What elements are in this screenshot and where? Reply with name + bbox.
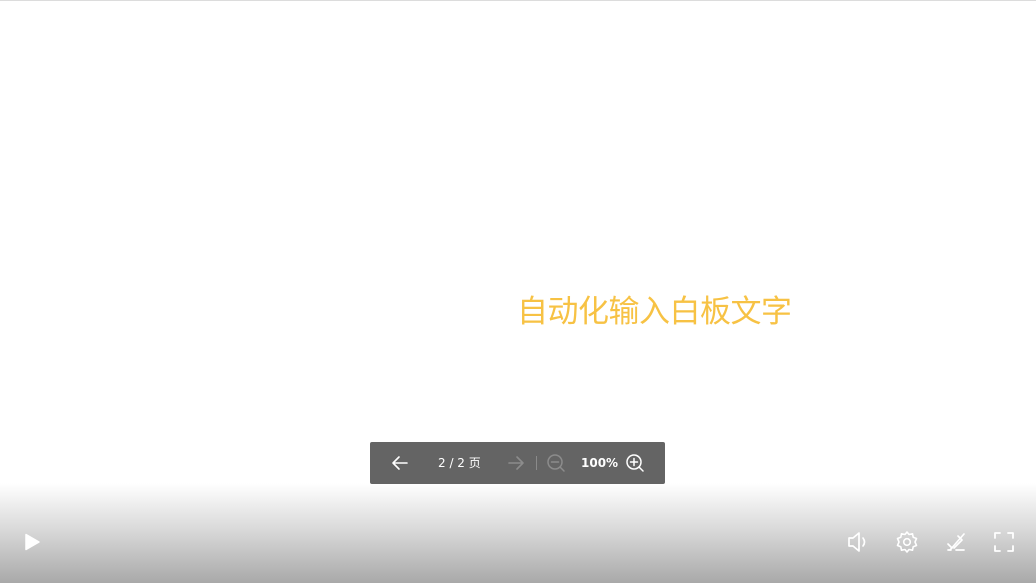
volume-icon xyxy=(848,532,866,552)
pen-off-icon xyxy=(947,533,965,551)
zoom-out-icon xyxy=(547,454,565,472)
play-icon xyxy=(25,533,40,551)
page-toolbar: 2 / 2 页 100% xyxy=(370,442,665,484)
whiteboard-text-object[interactable]: 自动化输入白板文字 xyxy=(517,291,792,333)
toolbar-divider xyxy=(536,456,537,470)
next-page-button[interactable] xyxy=(504,451,528,475)
volume-button[interactable] xyxy=(846,529,872,555)
player-control-bar xyxy=(0,483,1036,583)
settings-button[interactable] xyxy=(894,529,920,555)
zoom-level: 100% xyxy=(581,456,619,470)
prev-page-button[interactable] xyxy=(388,451,412,475)
arrow-left-icon xyxy=(392,456,408,470)
gear-icon xyxy=(896,531,918,553)
play-button[interactable] xyxy=(19,529,45,555)
whiteboard-stage[interactable]: 自动化输入白板文字 2 / 2 页 100% xyxy=(0,0,1036,583)
zoom-in-button[interactable] xyxy=(623,451,647,475)
fullscreen-icon xyxy=(994,532,1014,552)
annotation-toggle-button[interactable] xyxy=(943,529,969,555)
page-indicator: 2 / 2 页 xyxy=(438,456,481,470)
zoom-out-button[interactable] xyxy=(544,451,568,475)
arrow-right-icon xyxy=(508,456,524,470)
fullscreen-button[interactable] xyxy=(991,529,1017,555)
zoom-in-icon xyxy=(626,454,644,472)
